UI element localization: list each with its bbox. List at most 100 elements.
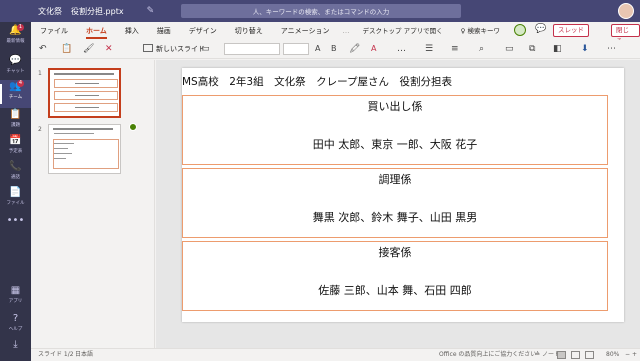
more-tabs-button[interactable]: … <box>339 27 354 35</box>
thumb-line <box>54 133 94 134</box>
sorter-view-button[interactable] <box>571 351 580 359</box>
layout-icon[interactable]: ▭ <box>201 43 210 55</box>
rail-item-calls[interactable]: 📞 通話 <box>0 160 31 188</box>
tab-animations[interactable]: アニメーション <box>272 22 339 40</box>
search-placeholder: 人、キーワードの検索、またはコマンドの入力 <box>252 8 390 16</box>
thumb-title-line <box>54 73 114 75</box>
designer-icon[interactable]: ⬇ <box>581 43 589 55</box>
tab-design[interactable]: デザイン <box>180 22 226 40</box>
rail-item-help[interactable]: ? ヘルプ <box>0 312 31 340</box>
status-bar: スライド 1/2 日本語 Office の品質向上にご協力ください ≙ ノート … <box>31 348 640 361</box>
open-desktop-app-button[interactable]: デスクトップ アプリで開く <box>354 22 452 40</box>
undo-icon[interactable]: ↶ <box>39 43 47 55</box>
more-options-icon[interactable]: ⋯ <box>607 43 616 55</box>
file-name: 役割分担.pptx <box>71 6 124 16</box>
font-size-select[interactable] <box>283 43 309 55</box>
slide-thumbnail-1[interactable] <box>48 68 121 118</box>
thumb-line <box>54 148 68 149</box>
thumb-box <box>54 91 118 100</box>
thumb-line <box>54 153 72 154</box>
rail-label: 課題 <box>11 123 20 128</box>
team-name: 文化祭 <box>38 6 62 16</box>
increase-font-icon[interactable]: A <box>315 43 320 55</box>
role-members: 佐藤 三郎、山本 舞、石田 四郎 <box>318 284 472 297</box>
rail-item-more[interactable]: ••• <box>0 214 31 242</box>
ribbon-toolbar: ↶ 📋 🖌 ✕ 新しいスライド ▭ A B 🖍 A … ☰ ≡ ⌕ ▭ ⧉ ◧ … <box>31 40 640 59</box>
normal-view-button[interactable] <box>557 351 566 359</box>
role-box-service[interactable]: 接客係 佐藤 三郎、山本 舞、石田 四郎 <box>182 241 608 311</box>
profile-avatar[interactable] <box>618 3 634 19</box>
arrange-icon[interactable]: ⧉ <box>529 43 535 55</box>
shape-icon[interactable]: ▭ <box>505 43 514 55</box>
rail-label: 最新情報 <box>6 39 25 44</box>
comment-icon[interactable]: 💬 <box>535 24 546 34</box>
document-title: 文化祭 役割分担.pptx <box>38 6 133 17</box>
tab-transitions[interactable]: 切り替え <box>226 22 272 40</box>
new-slide-button[interactable]: 新しいスライド <box>143 43 205 55</box>
slide-title[interactable]: MS高校 2年3組 文化祭 クレープ屋さん 役割分担表 <box>182 74 452 89</box>
tell-me-label: 検索キーワ <box>467 27 500 35</box>
format-painter-icon[interactable]: 🖌 <box>83 43 94 55</box>
role-members: 舞黒 次郎、鈴木 舞子、山田 黒男 <box>312 211 478 224</box>
role-members: 田中 太郎、東京 一郎、大阪 花子 <box>312 138 478 151</box>
tab-insert[interactable]: 挿入 <box>116 22 148 40</box>
paste-icon[interactable]: 📋 <box>61 43 72 55</box>
close-button[interactable]: 閉じる <box>611 24 640 45</box>
highlight-icon[interactable]: 🖍 <box>349 43 360 55</box>
thumb-line <box>54 158 66 159</box>
feedback-link[interactable]: Office の品質向上にご協力ください <box>439 349 536 361</box>
rail-item-apps[interactable]: ▦ アプリ <box>0 284 31 312</box>
numbering-icon[interactable]: ≡ <box>451 43 459 55</box>
role-name: 接客係 <box>378 246 412 259</box>
rail-item-files[interactable]: 📄 ファイル <box>0 186 31 214</box>
rail-item-download[interactable]: ⤓ <box>0 338 31 361</box>
reading-view-button[interactable] <box>585 351 594 359</box>
popout-icon[interactable]: ✎ <box>147 6 155 16</box>
phone-icon: 📞 <box>9 161 22 172</box>
find-icon[interactable]: ⌕ <box>479 43 484 55</box>
rail-item-chat[interactable]: 💬 チャット <box>0 54 31 82</box>
role-box-cooking[interactable]: 調理係 舞黒 次郎、鈴木 舞子、山田 黒男 <box>182 168 608 238</box>
font-color-icon[interactable]: A <box>371 43 376 55</box>
thumbnail-number: 1 <box>38 70 42 77</box>
thumb-title-line <box>53 128 113 130</box>
slide-canvas: MS高校 2年3組 文化祭 クレープ屋さん 役割分担表 買い出し係 田中 太郎、… <box>156 60 640 348</box>
tab-file[interactable]: ファイル <box>31 22 77 40</box>
bullets-icon[interactable]: ☰ <box>425 43 433 55</box>
thumb-box <box>54 103 118 112</box>
calendar-icon: 📅 <box>9 135 22 146</box>
rail-item-calendar[interactable]: 📅 予定表 <box>0 134 31 162</box>
rail-item-teams[interactable]: 👥 4 チーム <box>0 80 31 108</box>
shape-fill-icon[interactable]: ◧ <box>553 43 562 55</box>
rail-label: チーム <box>8 95 23 100</box>
user-icon[interactable] <box>514 24 526 36</box>
activity-badge: 1 <box>17 24 24 31</box>
tab-draw[interactable]: 描画 <box>148 22 180 40</box>
thread-button[interactable]: スレッド <box>553 24 589 37</box>
title-bar: 文化祭 役割分担.pptx ✎ 人、キーワードの検索、またはコマンドの入力 <box>0 0 640 22</box>
font-family-select[interactable] <box>224 43 280 55</box>
teams-icon: 👥 <box>9 81 22 92</box>
rail-item-activity[interactable]: 🔔 1 最新情報 <box>0 24 31 52</box>
role-box-shopping[interactable]: 買い出し係 田中 太郎、東京 一郎、大阪 花子 <box>182 95 608 165</box>
zoom-level[interactable]: 80% <box>606 349 619 361</box>
role-name: 買い出し係 <box>367 100 423 113</box>
tell-me-search[interactable]: ♀ 検索キーワ <box>452 22 509 40</box>
rail-label: チャット <box>6 69 25 74</box>
zoom-out-icon[interactable]: − <box>625 349 630 361</box>
language[interactable]: 日本語 <box>75 349 93 361</box>
thumb-box <box>54 79 118 88</box>
ribbon-tabs: ファイル ホーム 挿入 描画 デザイン 切り替え アニメーション … デスクトッ… <box>31 22 640 40</box>
search-box[interactable]: 人、キーワードの検索、またはコマンドの入力 <box>181 4 461 18</box>
slide-thumbnail-2[interactable] <box>48 124 121 174</box>
teams-badge: 4 <box>17 80 24 87</box>
delete-icon[interactable]: ✕ <box>105 43 113 55</box>
help-icon: ? <box>12 313 19 324</box>
slide[interactable]: MS高校 2年3組 文化祭 クレープ屋さん 役割分担表 買い出し係 田中 太郎、… <box>182 68 624 322</box>
zoom-in-icon[interactable]: + <box>632 349 637 361</box>
tab-home[interactable]: ホーム <box>77 22 116 40</box>
rail-label: ファイル <box>6 201 25 206</box>
text-format-icon[interactable]: B <box>331 43 337 55</box>
more-formatting-icon[interactable]: … <box>397 43 406 55</box>
rail-item-assignments[interactable]: 📋 課題 <box>0 108 31 136</box>
